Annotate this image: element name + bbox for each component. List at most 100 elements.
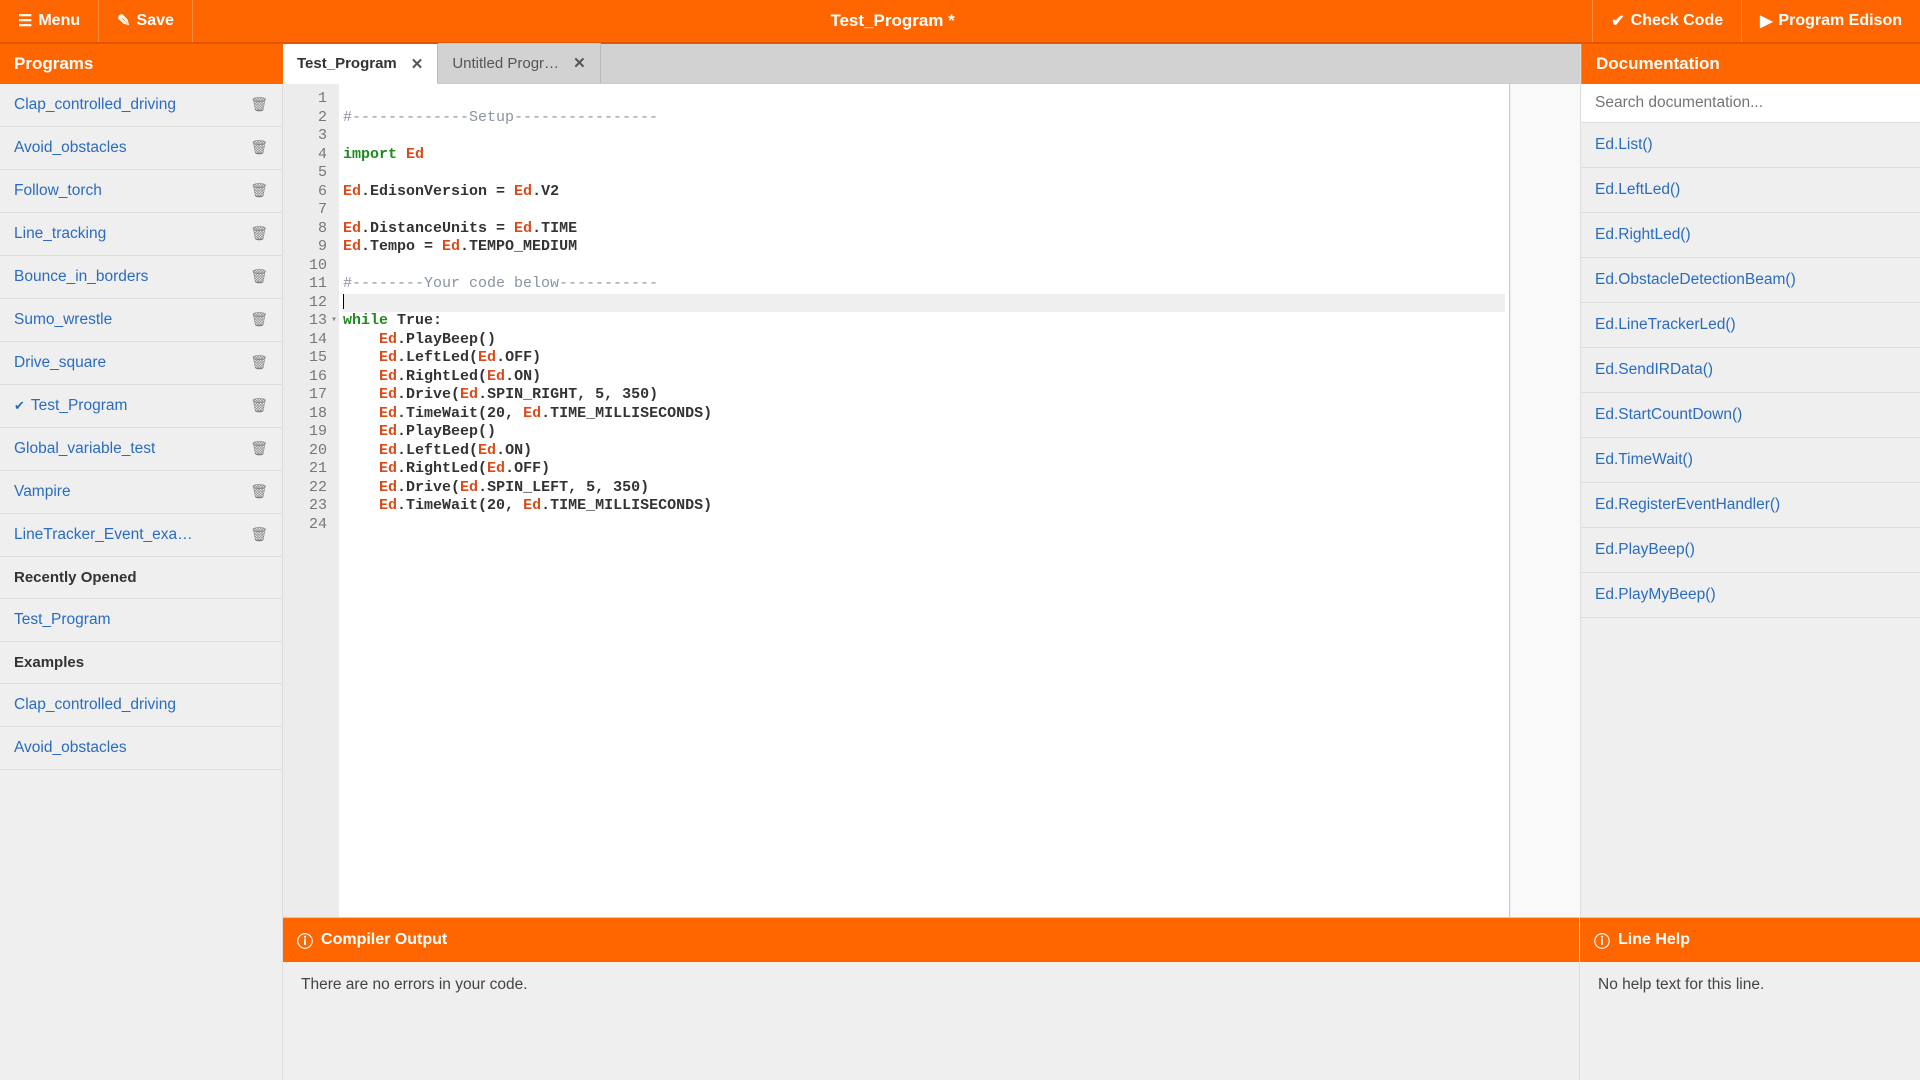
documentation-item[interactable]: Ed.StartCountDown() xyxy=(1581,393,1920,438)
line-number-gutter: 123456789101112131415161718192021222324 xyxy=(283,84,339,917)
program-item[interactable]: Sumo_wrestle xyxy=(0,299,282,342)
close-icon[interactable]: ✕ xyxy=(411,55,424,73)
code-line[interactable]: Ed.TimeWait(20, Ed.TIME_MILLISECONDS) xyxy=(343,405,1505,424)
program-item[interactable]: Drive_square xyxy=(0,342,282,385)
line-number: 6 xyxy=(283,183,327,202)
program-item-label: Vampire xyxy=(14,483,71,501)
documentation-item[interactable]: Ed.PlayBeep() xyxy=(1581,528,1920,573)
line-number: 10 xyxy=(283,257,327,276)
documentation-item[interactable]: Ed.SendIRData() xyxy=(1581,348,1920,393)
documentation-item[interactable]: Ed.LeftLed() xyxy=(1581,168,1920,213)
program-item[interactable]: Follow_torch xyxy=(0,170,282,213)
top-bar: Menu Save Test_Program * Check Code Prog… xyxy=(0,0,1920,44)
documentation-item[interactable]: Ed.PlayMyBeep() xyxy=(1581,573,1920,618)
program-item-label: Global_variable_test xyxy=(14,440,155,458)
program-item[interactable]: Avoid_obstacles xyxy=(0,127,282,170)
documentation-item[interactable]: Ed.List() xyxy=(1581,123,1920,168)
line-number: 15 xyxy=(283,349,327,368)
save-button[interactable]: Save xyxy=(99,0,193,42)
code-line[interactable] xyxy=(343,201,1505,220)
info-icon xyxy=(1594,928,1610,952)
program-item[interactable]: Test_Program xyxy=(0,385,282,428)
code-line[interactable] xyxy=(343,294,1505,313)
documentation-item[interactable]: Ed.ObstacleDetectionBeam() xyxy=(1581,258,1920,303)
trash-icon[interactable] xyxy=(240,311,268,329)
trash-icon[interactable] xyxy=(240,526,268,544)
editor-column: Test_Program✕Untitled Progr…✕ 1234567891… xyxy=(283,44,1580,917)
trash-icon[interactable] xyxy=(240,483,268,501)
code-line[interactable]: import Ed xyxy=(343,146,1505,165)
line-number: 21 xyxy=(283,460,327,479)
code-line[interactable]: #--------Your code below----------- xyxy=(343,275,1505,294)
menu-button[interactable]: Menu xyxy=(0,0,99,42)
documentation-item[interactable]: Ed.RightLed() xyxy=(1581,213,1920,258)
check-icon xyxy=(14,398,25,414)
trash-icon[interactable] xyxy=(240,354,268,372)
program-item-label: Drive_square xyxy=(14,354,106,372)
compiler-output-panel: Compiler Output There are no errors in y… xyxy=(283,917,1580,1080)
code-line[interactable]: Ed.LeftLed(Ed.OFF) xyxy=(343,349,1505,368)
compiler-output-body: There are no errors in your code. xyxy=(283,962,1579,1008)
editor-minimap[interactable] xyxy=(1510,84,1580,917)
program-item[interactable]: LineTracker_Event_exa… xyxy=(0,514,282,557)
code-line[interactable]: Ed.EdisonVersion = Ed.V2 xyxy=(343,183,1505,202)
documentation-search-input[interactable] xyxy=(1581,84,1920,122)
code-line[interactable] xyxy=(343,516,1505,535)
trash-icon[interactable] xyxy=(240,225,268,243)
recent-item[interactable]: Test_Program xyxy=(0,599,282,642)
code-line[interactable]: Ed.DistanceUnits = Ed.TIME xyxy=(343,220,1505,239)
documentation-search xyxy=(1581,84,1920,123)
code-line[interactable] xyxy=(343,164,1505,183)
program-item[interactable]: Clap_controlled_driving xyxy=(0,84,282,127)
code-line[interactable] xyxy=(343,90,1505,109)
trash-icon[interactable] xyxy=(240,96,268,114)
trash-icon[interactable] xyxy=(240,440,268,458)
line-help-panel: Line Help No help text for this line. xyxy=(1580,917,1920,1080)
trash-icon[interactable] xyxy=(240,268,268,286)
line-number: 19 xyxy=(283,423,327,442)
code-line[interactable] xyxy=(343,257,1505,276)
program-item-label: Clap_controlled_driving xyxy=(14,96,176,114)
trash-icon[interactable] xyxy=(240,397,268,415)
code-area[interactable]: #-------------Setup---------------- impo… xyxy=(339,84,1510,917)
documentation-item[interactable]: Ed.LineTrackerLed() xyxy=(1581,303,1920,348)
code-line[interactable]: Ed.PlayBeep() xyxy=(343,331,1505,350)
example-item[interactable]: Avoid_obstacles xyxy=(0,727,282,770)
editor-tab[interactable]: Untitled Progr…✕ xyxy=(438,43,600,83)
trash-icon[interactable] xyxy=(240,139,268,157)
programs-scroll[interactable]: Clap_controlled_drivingAvoid_obstaclesFo… xyxy=(0,84,283,1080)
line-help-header: Line Help xyxy=(1580,918,1920,962)
code-line[interactable]: Ed.Drive(Ed.SPIN_LEFT, 5, 350) xyxy=(343,479,1505,498)
line-number: 13 xyxy=(283,312,327,331)
code-line[interactable]: #-------------Setup---------------- xyxy=(343,109,1505,128)
code-line[interactable]: while True: xyxy=(343,312,1505,331)
code-line[interactable]: Ed.RightLed(Ed.OFF) xyxy=(343,460,1505,479)
program-edison-button[interactable]: Program Edison xyxy=(1741,0,1920,42)
recently-opened-header: Recently Opened xyxy=(0,557,282,599)
example-item[interactable]: Clap_controlled_driving xyxy=(0,684,282,727)
editor-tab[interactable]: Test_Program✕ xyxy=(283,44,438,84)
code-editor[interactable]: 123456789101112131415161718192021222324 … xyxy=(283,84,1580,917)
program-item[interactable]: Bounce_in_borders xyxy=(0,256,282,299)
code-line[interactable]: Ed.LeftLed(Ed.ON) xyxy=(343,442,1505,461)
program-item[interactable]: Line_tracking xyxy=(0,213,282,256)
line-number: 7 xyxy=(283,201,327,220)
program-item[interactable]: Global_variable_test xyxy=(0,428,282,471)
code-line[interactable]: Ed.TimeWait(20, Ed.TIME_MILLISECONDS) xyxy=(343,497,1505,516)
documentation-item[interactable]: Ed.RegisterEventHandler() xyxy=(1581,483,1920,528)
code-line[interactable]: Ed.RightLed(Ed.ON) xyxy=(343,368,1505,387)
code-line[interactable]: Ed.Drive(Ed.SPIN_RIGHT, 5, 350) xyxy=(343,386,1505,405)
save-label: Save xyxy=(137,12,174,30)
menu-label: Menu xyxy=(38,12,80,30)
check-code-button[interactable]: Check Code xyxy=(1592,0,1741,42)
line-number: 3 xyxy=(283,127,327,146)
code-line[interactable]: Ed.PlayBeep() xyxy=(343,423,1505,442)
trash-icon[interactable] xyxy=(240,182,268,200)
page-title: Test_Program * xyxy=(193,0,1592,42)
code-line[interactable] xyxy=(343,127,1505,146)
program-item[interactable]: Vampire xyxy=(0,471,282,514)
documentation-item[interactable]: Ed.TimeWait() xyxy=(1581,438,1920,483)
close-icon[interactable]: ✕ xyxy=(573,54,586,72)
code-line[interactable]: Ed.Tempo = Ed.TEMPO_MEDIUM xyxy=(343,238,1505,257)
menu-icon xyxy=(18,11,32,31)
